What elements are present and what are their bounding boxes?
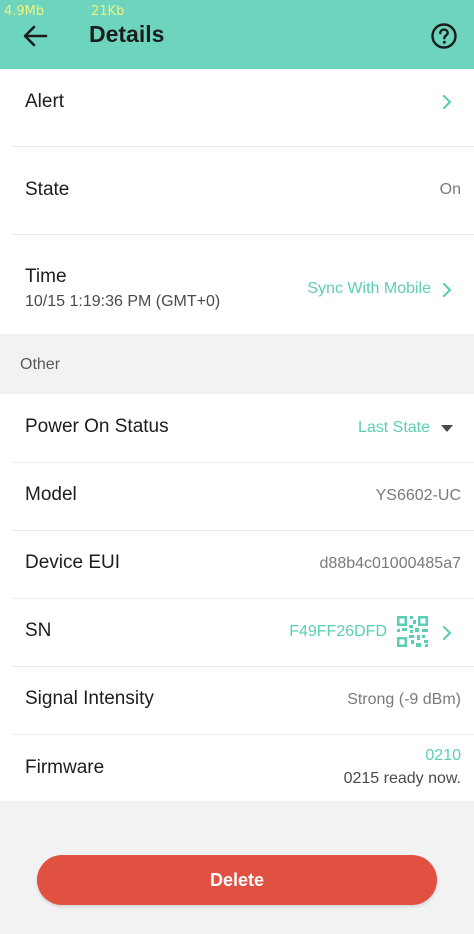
chevron-right-icon [442,282,452,298]
help-circle-icon [431,23,457,49]
chevron-right-icon [442,94,452,110]
model-value: YS6602-UC [375,487,461,504]
time-current-value: 10/15 1:19:36 PM (GMT+0) [25,293,221,310]
sync-with-mobile-link[interactable]: Sync With Mobile [307,280,431,298]
status-network: 21Kb [91,4,125,19]
signal-intensity-value: Strong (-9 dBm) [347,691,461,708]
status-memory: 4.9Mb [4,4,45,19]
firmware-row[interactable]: Firmware 0210 0215 ready now. [0,735,474,801]
signal-intensity-row: Signal Intensity Strong (-9 dBm) [0,667,474,734]
sn-value: F49FF26DFD [289,623,387,640]
power-on-status-row[interactable]: Power On Status Last State [0,394,474,462]
other-card: Power On Status Last State Model YS6602-… [0,394,474,801]
firmware-version: 0210 [425,747,461,764]
caret-down-icon [441,425,453,432]
help-button[interactable] [430,22,458,50]
sn-row[interactable]: SN F49FF26DFD [0,599,474,666]
back-button[interactable] [22,24,48,48]
time-label: Time [25,266,67,287]
delete-button[interactable]: Delete [37,855,437,905]
model-label: Model [25,484,77,505]
arrow-left-icon [23,25,48,47]
alert-label: Alert [25,91,65,112]
qr-code-icon[interactable] [397,616,428,647]
device-eui-row: Device EUI d88b4c01000485a7 [0,531,474,598]
model-row: Model YS6602-UC [0,463,474,530]
device-card: Alert State On Time 10/15 1:19:36 PM (GM… [0,69,474,334]
page-title: Details [89,21,165,47]
device-eui-label: Device EUI [25,552,121,573]
signal-intensity-label: Signal Intensity [25,688,154,709]
power-on-status-label: Power On Status [25,416,169,437]
state-label: State [25,179,70,200]
section-title-other: Other [20,356,61,373]
firmware-update-notice[interactable]: 0215 ready now. [344,770,461,788]
app-header: 4.9Mb 21Kb Details [0,0,474,69]
power-on-status-select[interactable]: Last State [358,419,430,437]
state-value: On [439,181,461,198]
firmware-label: Firmware [25,757,105,778]
device-eui-value: d88b4c01000485a7 [319,555,461,572]
chevron-right-icon [442,625,452,641]
time-row[interactable]: Time 10/15 1:19:36 PM (GMT+0) Sync With … [0,235,474,334]
state-row: State On [0,147,474,234]
sn-label: SN [25,620,52,641]
alert-row[interactable]: Alert [0,69,474,146]
